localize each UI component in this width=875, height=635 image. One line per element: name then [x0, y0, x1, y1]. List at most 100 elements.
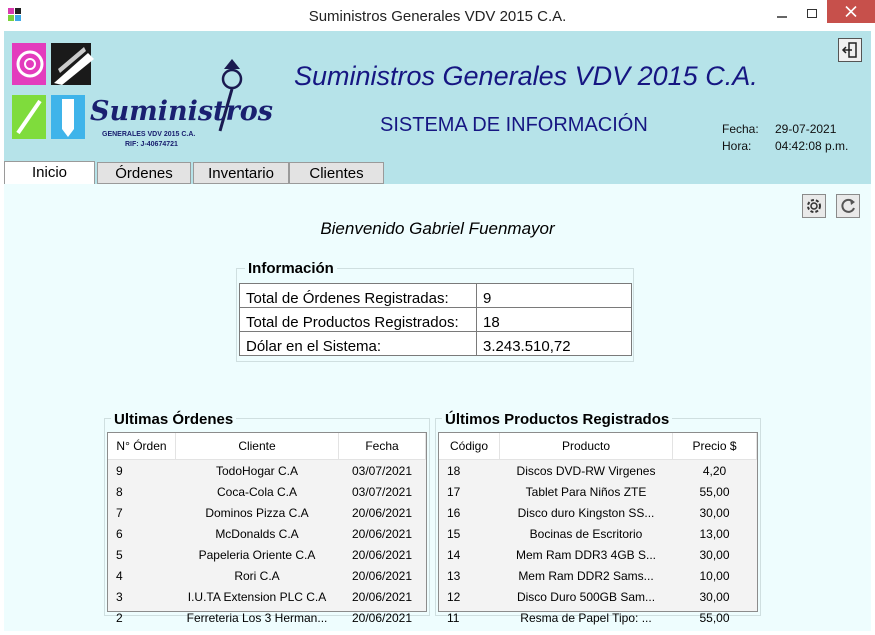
table-row[interactable]: 5 Papeleria Oriente C.A 20/06/2021 — [108, 544, 426, 565]
info-label: Total de Productos Registrados: — [239, 307, 477, 332]
info-value: 18 — [476, 307, 632, 332]
table-row[interactable]: 4 Rori C.A 20/06/2021 — [108, 565, 426, 586]
table-cell: 30,00 — [699, 547, 730, 562]
table-cell: 13,00 — [699, 526, 730, 541]
products-col-product[interactable]: Producto — [499, 433, 673, 460]
system-title: SISTEMA DE INFORMACIÓN — [380, 114, 648, 136]
table-cell: Disco duro Kingston SS... — [517, 505, 655, 520]
table-cell: 18 — [447, 463, 461, 478]
tab-inventario[interactable]: Inventario — [193, 162, 289, 184]
close-button[interactable] — [827, 0, 875, 23]
date-value: 29-07-2021 — [775, 122, 837, 136]
table-cell: Coca-Cola C.A — [216, 484, 298, 499]
table-cell: TodoHogar C.A — [215, 463, 299, 478]
table-row[interactable]: 16 Disco duro Kingston SS... 30,00 — [439, 502, 757, 523]
table-row[interactable]: 6 McDonalds C.A 20/06/2021 — [108, 523, 426, 544]
table-row[interactable]: 17 Tablet Para Niños ZTE 55,00 — [439, 481, 757, 502]
table-cell: Discos DVD-RW Virgenes — [516, 463, 656, 478]
table-cell: Resma de Papel Tipo: ... — [520, 610, 652, 625]
table-cell: 20/06/2021 — [351, 547, 413, 562]
company-name-title: Suministros Generales VDV 2015 C.A. — [294, 61, 758, 91]
table-row[interactable]: 9 TodoHogar C.A 03/07/2021 — [108, 460, 426, 482]
info-row: Dólar en el Sistema: 3.243.510,72 — [239, 331, 632, 356]
info-row: Total de Órdenes Registradas: 9 — [239, 283, 632, 308]
time-value: 04:42:08 p.m. — [775, 139, 849, 153]
table-cell: 9 — [116, 463, 123, 478]
orders-col-client[interactable]: Cliente — [175, 433, 339, 460]
orders-body: 9 TodoHogar C.A 03/07/2021 8 Coca-Cola C.A 03… — [108, 460, 426, 629]
table-row[interactable]: 11 Resma de Papel Tipo: ... 55,00 — [439, 607, 757, 628]
time-label: Hora: — [722, 139, 752, 153]
table-row[interactable]: 18 Discos DVD-RW Virgenes 4,20 — [439, 460, 757, 482]
minimize-button[interactable] — [770, 5, 794, 23]
info-group-title: Información — [245, 260, 337, 277]
table-cell: 6 — [116, 526, 123, 541]
welcome-message: Bienvenido Gabriel Fuenmayor — [320, 219, 555, 238]
info-value: 3.243.510,72 — [476, 331, 632, 356]
refresh-icon — [841, 198, 855, 213]
table-cell: Rori C.A — [234, 568, 280, 583]
table-cell: 20/06/2021 — [351, 505, 413, 520]
products-col-code[interactable]: Código — [439, 433, 500, 460]
info-row: Total de Productos Registrados: 18 — [239, 307, 632, 332]
table-row[interactable]: 13 Mem Ram DDR2 Sams... 10,00 — [439, 565, 757, 586]
maximize-button[interactable] — [800, 5, 824, 23]
tab-clientes[interactable]: Clientes — [289, 162, 384, 184]
home-panel: Bienvenido Gabriel Fuenmayor Información… — [4, 184, 871, 631]
table-cell: Papeleria Oriente C.A — [198, 547, 316, 562]
table-cell: 55,00 — [699, 610, 730, 625]
table-row[interactable]: 14 Mem Ram DDR3 4GB S... 30,00 — [439, 544, 757, 565]
table-cell: 8 — [116, 484, 123, 499]
refresh-button[interactable] — [836, 194, 860, 218]
table-row[interactable]: 7 Dominos Pizza C.A 20/06/2021 — [108, 502, 426, 523]
table-cell: 3 — [116, 589, 123, 604]
table-row[interactable]: 3 I.U.TA Extension PLC C.A 20/06/2021 — [108, 586, 426, 607]
window-title: Suministros Generales VDV 2015 C.A. — [308, 8, 567, 25]
table-cell: 20/06/2021 — [351, 610, 413, 625]
settings-button[interactable] — [802, 194, 826, 218]
table-cell: 17 — [447, 484, 461, 499]
window-title-bar: Suministros Generales VDV 2015 C.A. — [0, 0, 875, 31]
table-row[interactable]: 2 Ferreteria Los 3 Herman... 20/06/2021 — [108, 607, 426, 628]
orders-col-date[interactable]: Fecha — [338, 433, 426, 460]
info-label: Dólar en el Sistema: — [239, 331, 477, 356]
orders-list[interactable]: N° Órden Cliente Fecha 9 TodoHogar C.A 03/… — [107, 432, 427, 625]
table-cell: 14 — [447, 547, 461, 562]
table-cell: Disco Duro 500GB Sam... — [516, 589, 656, 604]
gear-icon — [807, 199, 821, 213]
table-cell: 4 — [116, 568, 123, 583]
logout-button[interactable] — [838, 38, 862, 62]
tab-ordenes[interactable]: Órdenes — [97, 162, 191, 184]
table-cell: 12 — [447, 589, 461, 604]
table-cell: McDonalds C.A — [215, 526, 299, 541]
table-row[interactable]: 15 Bocinas de Escritorio 13,00 — [439, 523, 757, 544]
date-label: Fecha: — [722, 122, 759, 136]
products-list[interactable]: Código Producto Precio $ 18 Discos DVD-RW… — [438, 432, 758, 625]
table-cell: 11 — [447, 610, 460, 625]
products-group-title: Últimos Productos Registrados — [442, 411, 673, 428]
table-cell: Tablet Para Niños ZTE — [525, 484, 647, 499]
info-label: Total de Órdenes Registradas: — [239, 283, 477, 308]
table-cell: 03/07/2021 — [351, 484, 413, 499]
company-logo: Suministros GENERALES VDV 2015 C.A. RIF:… — [10, 39, 273, 151]
table-cell: 2 — [116, 610, 123, 625]
table-row[interactable]: 12 Disco Duro 500GB Sam... 30,00 — [439, 586, 757, 607]
table-cell: 55,00 — [699, 484, 730, 499]
table-cell: 20/06/2021 — [351, 568, 413, 583]
minimize-icon — [777, 16, 787, 18]
info-value: 9 — [476, 283, 632, 308]
table-cell: 10,00 — [699, 568, 730, 583]
table-cell: 03/07/2021 — [351, 463, 413, 478]
table-cell: 15 — [447, 526, 461, 541]
table-cell: 4,20 — [702, 463, 727, 478]
products-col-price[interactable]: Precio $ — [672, 433, 757, 460]
table-cell: Bocinas de Escritorio — [529, 526, 643, 541]
table-cell: Mem Ram DDR2 Sams... — [518, 568, 654, 583]
close-icon — [845, 6, 857, 17]
tab-inicio[interactable]: Inicio — [4, 161, 95, 184]
table-cell: I.U.TA Extension PLC C.A — [187, 589, 327, 604]
table-cell: 16 — [447, 505, 461, 520]
table-cell: 20/06/2021 — [351, 589, 413, 604]
orders-col-number[interactable]: N° Órden — [108, 433, 176, 460]
table-row[interactable]: 8 Coca-Cola C.A 03/07/2021 — [108, 481, 426, 502]
